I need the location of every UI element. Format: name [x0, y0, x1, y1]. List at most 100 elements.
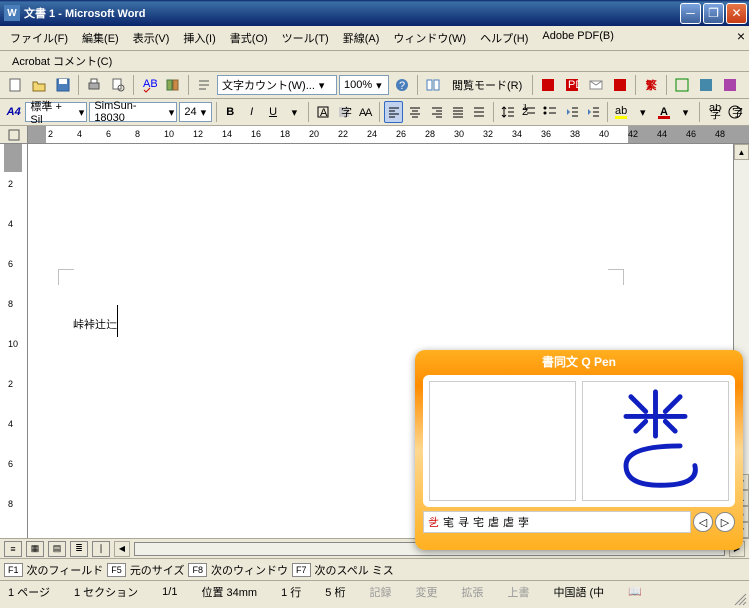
horizontal-ruler[interactable]: 2468101214161820222426283032343638404244… [28, 126, 749, 143]
menu-file[interactable]: ファイル(F) [4, 28, 74, 48]
ruler-corner[interactable] [0, 126, 28, 143]
menu-adobe-pdf[interactable]: Adobe PDF(B) [536, 28, 620, 48]
font-color-button[interactable]: A [654, 101, 673, 123]
print-view-button[interactable]: ▤ [48, 541, 66, 557]
close-button[interactable]: ✕ [726, 3, 747, 24]
align-right-button[interactable] [427, 101, 446, 123]
normal-view-button[interactable]: ≡ [4, 541, 22, 557]
f8-label[interactable]: 次のウィンドウ [211, 562, 288, 578]
menu-window[interactable]: ウィンドウ(W) [387, 28, 472, 48]
save-button[interactable] [52, 74, 74, 96]
font-combo[interactable]: SimSun-18030▾ [89, 102, 177, 122]
svg-text:PDF: PDF [568, 79, 580, 91]
menu-help[interactable]: ヘルプ(H) [474, 28, 534, 48]
style-icon[interactable]: A4 [4, 101, 23, 123]
increase-indent-button[interactable] [583, 101, 602, 123]
f7-label[interactable]: 次のスペル ミス [315, 562, 394, 578]
qpen-candidate[interactable]: 寻 [458, 514, 473, 530]
pdf-convert-icon[interactable]: PDF [561, 74, 583, 96]
char-border-button[interactable]: A [313, 101, 332, 123]
distribute-button[interactable] [470, 101, 489, 123]
f1-label[interactable]: 次のフィールド [27, 562, 104, 578]
align-justify-button[interactable] [448, 101, 467, 123]
enclose-button[interactable]: 字 [726, 101, 745, 123]
pdf-mail-icon[interactable] [585, 74, 607, 96]
font-color-dropdown[interactable]: ▾ [676, 101, 695, 123]
ime-button-4[interactable] [719, 74, 741, 96]
status-language[interactable]: 中国語 (中 [553, 584, 604, 600]
menu-tools[interactable]: ツール(T) [276, 28, 335, 48]
phonetic-button[interactable]: abc字 [704, 101, 723, 123]
wordcount-dropdown[interactable] [193, 74, 215, 96]
char-scale-button[interactable]: AA [356, 101, 375, 123]
print-button[interactable] [83, 74, 105, 96]
qpen-candidates[interactable]: 乧宒寻宅虐虐孛 [423, 511, 691, 533]
reading-mode-button[interactable]: 閲覧モード(R) [446, 75, 528, 95]
ime-button-3[interactable] [695, 74, 717, 96]
status-rec[interactable]: 記録 [369, 584, 391, 600]
f5-label[interactable]: 元のサイズ [130, 562, 185, 578]
align-left-button[interactable] [384, 101, 403, 123]
style-combo[interactable]: 標準 + Sil▾ [25, 102, 87, 122]
status-ovr[interactable]: 上書 [507, 584, 529, 600]
spellcheck-button[interactable]: ABC [138, 74, 160, 96]
qpen-candidate[interactable]: 虐 [503, 514, 518, 530]
highlight-dropdown[interactable]: ▾ [633, 101, 652, 123]
vertical-ruler[interactable]: 2468102468 [0, 144, 28, 538]
doc-close-button[interactable]: × [737, 28, 745, 44]
ime-button-2[interactable] [671, 74, 693, 96]
zoom-combo[interactable]: 100%▾ [339, 75, 389, 95]
underline-dropdown[interactable]: ▾ [285, 101, 304, 123]
document-text[interactable]: 峠裃辻辷 [73, 299, 118, 337]
wordcount-combo[interactable]: 文字カウント(W)...▾ [217, 75, 337, 95]
maximize-button[interactable]: ❐ [703, 3, 724, 24]
open-button[interactable] [28, 74, 50, 96]
qpen-title[interactable]: 書同文 Q Pen [415, 350, 743, 373]
minimize-button[interactable]: ─ [680, 3, 701, 24]
qpen-candidate[interactable]: 宅 [473, 514, 488, 530]
scroll-up-button[interactable]: ▲ [734, 144, 749, 160]
bullets-button[interactable] [541, 101, 560, 123]
web-view-button[interactable]: ▦ [26, 541, 44, 557]
reading-view-button[interactable]: ❘ [92, 541, 110, 557]
status-book-icon[interactable]: 📖 [628, 585, 642, 598]
new-button[interactable] [4, 74, 26, 96]
pdf-review-icon[interactable] [609, 74, 631, 96]
qpen-draw-area-left[interactable] [429, 381, 576, 501]
qpen-candidate[interactable]: 虐 [488, 514, 503, 530]
highlight-button[interactable]: ab [612, 101, 631, 123]
help-button[interactable]: ? [391, 74, 413, 96]
bold-button[interactable]: B [221, 101, 240, 123]
numbering-button[interactable]: 12 [519, 101, 538, 123]
status-rev[interactable]: 変更 [415, 584, 437, 600]
qpen-prev-button[interactable]: ◁ [693, 512, 713, 532]
reading-layout-button[interactable] [422, 74, 444, 96]
qpen-candidate[interactable]: 孛 [518, 514, 533, 530]
outline-view-button[interactable]: ≣ [70, 541, 88, 557]
qpen-draw-area-right[interactable] [582, 381, 729, 501]
italic-button[interactable]: I [242, 101, 261, 123]
underline-button[interactable]: U [263, 101, 282, 123]
qpen-window[interactable]: 書同文 Q Pen 乧宒寻宅虐虐孛 ◁ ▷ [415, 350, 743, 550]
scroll-left-button[interactable]: ◀ [114, 541, 130, 557]
status-ext[interactable]: 拡張 [461, 584, 483, 600]
fontsize-combo[interactable]: 24▾ [179, 102, 211, 122]
menu-acrobat-comment[interactable]: Acrobat コメント(C) [6, 54, 118, 70]
menu-table[interactable]: 罫線(A) [337, 28, 386, 48]
pdf-red-icon[interactable] [537, 74, 559, 96]
decrease-indent-button[interactable] [562, 101, 581, 123]
align-center-button[interactable] [405, 101, 424, 123]
resize-grip[interactable] [733, 592, 747, 606]
research-button[interactable] [162, 74, 184, 96]
menu-insert[interactable]: 挿入(I) [177, 28, 221, 48]
menu-view[interactable]: 表示(V) [127, 28, 176, 48]
line-spacing-button[interactable] [498, 101, 517, 123]
menu-format[interactable]: 書式(O) [224, 28, 274, 48]
qpen-next-button[interactable]: ▷ [715, 512, 735, 532]
ime-button-1[interactable]: 繁 [640, 74, 662, 96]
print-preview-button[interactable] [107, 74, 129, 96]
qpen-candidate[interactable]: 宒 [443, 514, 458, 530]
qpen-candidate[interactable]: 乧 [428, 514, 443, 530]
menu-edit[interactable]: 編集(E) [76, 28, 125, 48]
char-shading-button[interactable]: 字 [334, 101, 353, 123]
